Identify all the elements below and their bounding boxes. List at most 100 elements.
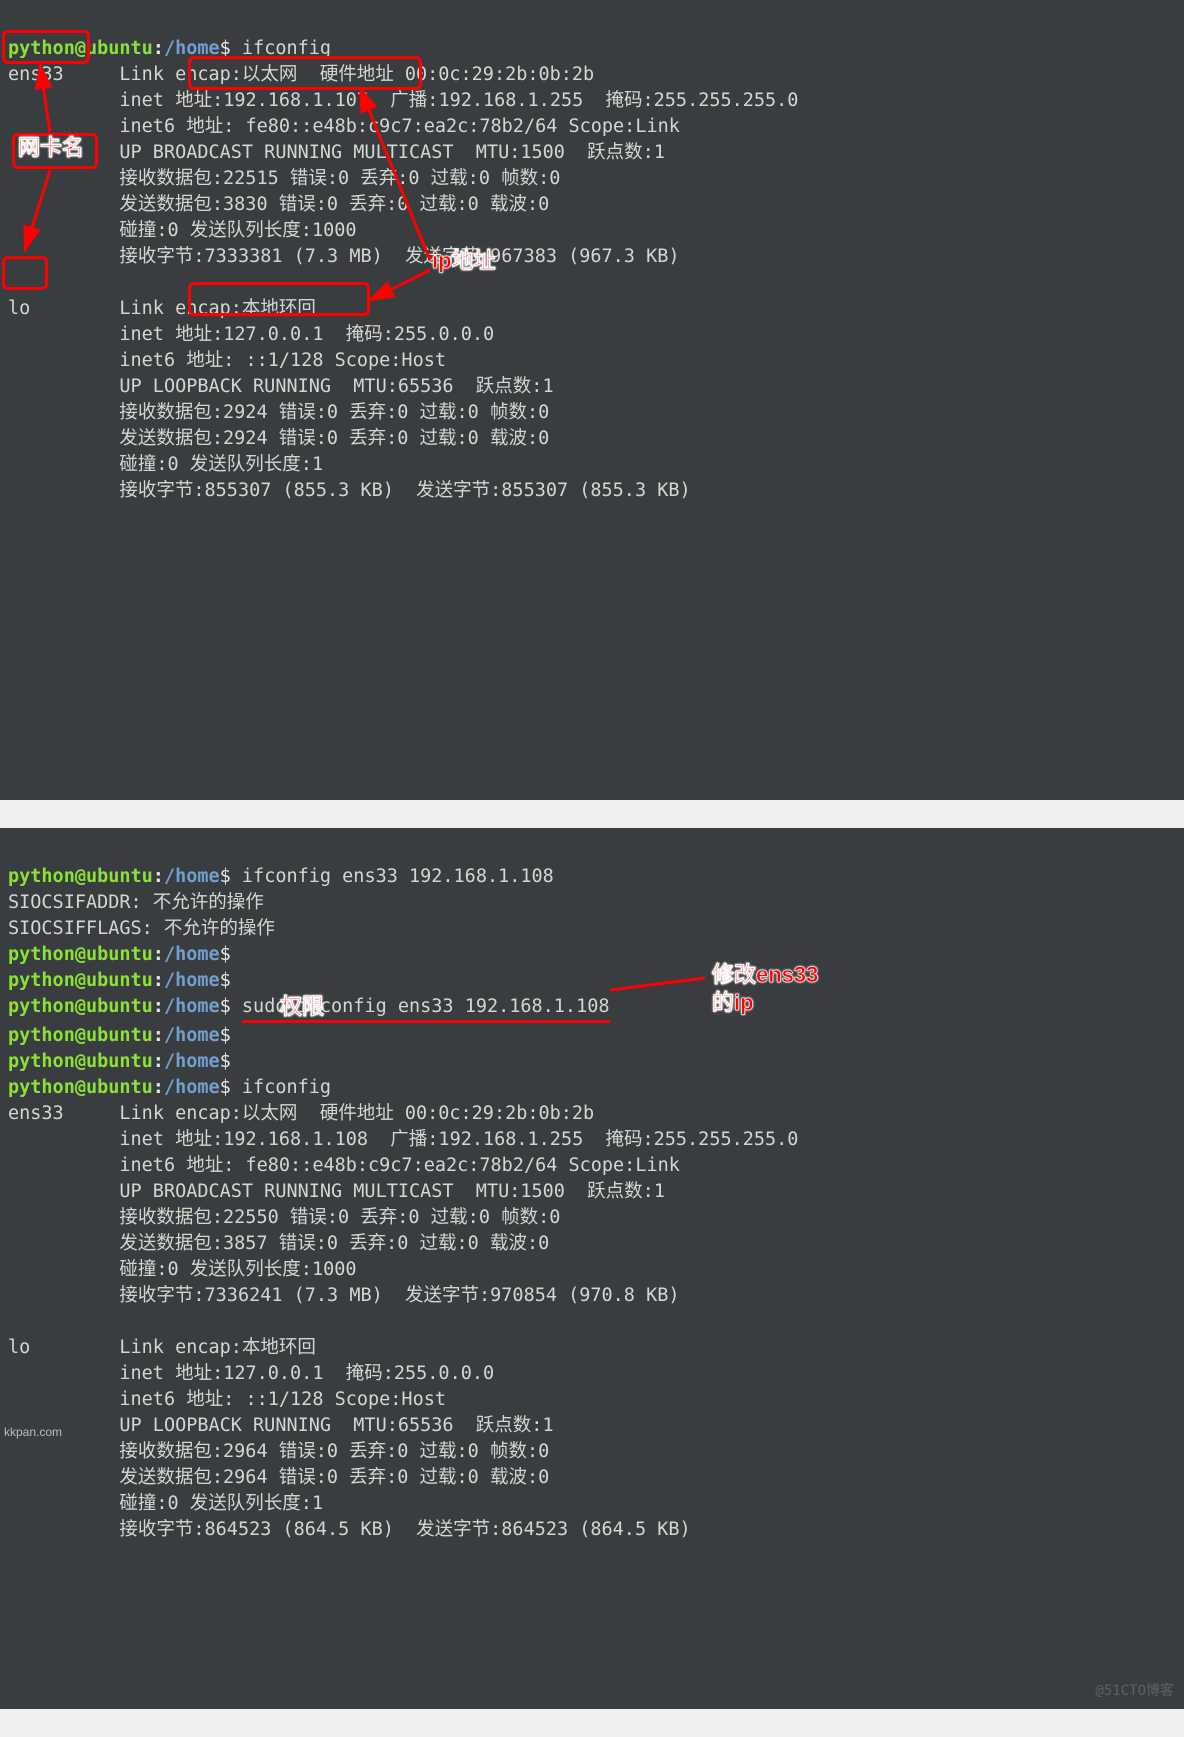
p3a: @ bbox=[75, 970, 86, 991]
b-ens33-inet6: inet6 地址: fe80::e48b:c9c7:ea2c:78b2/64 S… bbox=[119, 1155, 679, 1176]
prompt-at: @ bbox=[75, 38, 86, 59]
b-lo-name: lo bbox=[8, 1337, 30, 1358]
b-ens33-name: ens33 bbox=[8, 1103, 64, 1124]
footer-text: kkpan.com bbox=[4, 1425, 62, 1439]
p2d: $ bbox=[220, 944, 231, 965]
p4u: python bbox=[8, 996, 75, 1017]
cmd-ifconfig: ifconfig bbox=[242, 38, 331, 59]
p3u: python bbox=[8, 970, 75, 991]
inet-post: 广播:192.168.1.255 掩码:255.255.255.0 bbox=[368, 90, 798, 111]
if-ens33-flags: UP BROADCAST RUNNING MULTICAST MTU:1500 … bbox=[119, 142, 665, 163]
p2c: : bbox=[153, 944, 164, 965]
p2u: python bbox=[8, 944, 75, 965]
cmd-ifconfig2: ifconfig bbox=[242, 1077, 331, 1098]
b-lo-rxp: 接收数据包:2964 错误:0 丢弃:0 过载:0 帧数:0 bbox=[119, 1441, 549, 1462]
p5p: /home bbox=[164, 1025, 220, 1046]
if-lo-txp: 发送数据包:2924 错误:0 丢弃:0 过载:0 载波:0 bbox=[119, 428, 549, 449]
b-lo-flags: UP LOOPBACK RUNNING MTU:65536 跃点数:1 bbox=[119, 1415, 553, 1436]
if-lo-flags: UP LOOPBACK RUNNING MTU:65536 跃点数:1 bbox=[119, 376, 553, 397]
p4p: /home bbox=[164, 996, 220, 1017]
if-ens33-rxp: 接收数据包:22515 错误:0 丢弃:0 过载:0 帧数:0 bbox=[119, 168, 560, 189]
p7u: python bbox=[8, 1077, 75, 1098]
p4h: ubuntu bbox=[86, 996, 153, 1017]
if-ens33-link: Link encap:以太网 硬件地址 00:0c:29:2b:0b:2b bbox=[119, 64, 594, 85]
p7h: ubuntu bbox=[86, 1077, 153, 1098]
if-lo-link: Link encap:本地环回 bbox=[119, 298, 316, 319]
p7a: @ bbox=[75, 1077, 86, 1098]
inet-hi-ens33: 地址:192.168.1.107 bbox=[175, 88, 368, 114]
p7d: $ bbox=[220, 1077, 231, 1098]
p6u: python bbox=[8, 1051, 75, 1072]
p5a: @ bbox=[75, 1025, 86, 1046]
terminal-top: python@ubuntu:/home$ ifconfig ens33 Link… bbox=[0, 0, 1184, 800]
b-ens33-txp: 发送数据包:3857 错误:0 丢弃:0 过载:0 载波:0 bbox=[119, 1233, 549, 1254]
label-netcard: 网卡名 bbox=[18, 135, 84, 161]
p-c: : bbox=[153, 866, 164, 887]
label-change1: 修改ens33 bbox=[712, 962, 818, 988]
p-path: /home bbox=[164, 866, 220, 887]
prompt-path: /home bbox=[164, 38, 220, 59]
box-lo-name bbox=[2, 256, 48, 290]
label-change2: 的ip bbox=[712, 990, 754, 1016]
watermark: @51CTO博客 bbox=[1095, 1678, 1174, 1704]
p-host: ubuntu bbox=[86, 866, 153, 887]
p4c: : bbox=[153, 996, 164, 1017]
p-at: @ bbox=[75, 866, 86, 887]
p3h: ubuntu bbox=[86, 970, 153, 991]
p5d: $ bbox=[220, 1025, 231, 1046]
b-ens33-rxp: 接收数据包:22550 错误:0 丢弃:0 过载:0 帧数:0 bbox=[119, 1207, 560, 1228]
siocs-err1: SIOCSIFADDR: 不允许的操作 bbox=[8, 892, 264, 913]
lo-inet-post: 掩码:255.0.0.0 bbox=[323, 324, 494, 345]
p-user: python bbox=[8, 866, 75, 887]
b-ens33-flags: UP BROADCAST RUNNING MULTICAST MTU:1500 … bbox=[119, 1181, 665, 1202]
p5c: : bbox=[153, 1025, 164, 1046]
p6p: /home bbox=[164, 1051, 220, 1072]
lo-inet-pre: inet bbox=[119, 324, 175, 345]
if-ens33-name: ens33 bbox=[8, 64, 64, 85]
b-lo-bytes: 接收字节:864523 (864.5 KB) 发送字节:864523 (864.… bbox=[119, 1519, 690, 1540]
inet-hi-lo: 地址:127.0.0.1 bbox=[175, 322, 323, 348]
p3c: : bbox=[153, 970, 164, 991]
b-lo-coll: 碰撞:0 发送队列长度:1 bbox=[119, 1493, 323, 1514]
prompt-dollar: $ bbox=[220, 38, 231, 59]
if-lo-bytes: 接收字节:855307 (855.3 KB) 发送字节:855307 (855.… bbox=[119, 480, 690, 501]
p4d: $ bbox=[220, 996, 231, 1017]
p3d: $ bbox=[220, 970, 231, 991]
label-ipaddr: ip地址 bbox=[432, 248, 496, 274]
if-ens33-bytes: 接收字节:7333381 (7.3 MB) 发送字节:967383 (967.3… bbox=[119, 246, 679, 267]
p2a: @ bbox=[75, 944, 86, 965]
b-ens33-link: Link encap:以太网 硬件地址 00:0c:29:2b:0b:2b bbox=[119, 1103, 594, 1124]
p2h: ubuntu bbox=[86, 944, 153, 965]
if-lo-inet6: inet6 地址: ::1/128 Scope:Host bbox=[119, 350, 446, 371]
b-ens33-coll: 碰撞:0 发送队列长度:1000 bbox=[119, 1259, 356, 1280]
if-lo-coll: 碰撞:0 发送队列长度:1 bbox=[119, 454, 323, 475]
p4a: @ bbox=[75, 996, 86, 1017]
b-ens33-inet: inet 地址:192.168.1.108 广播:192.168.1.255 掩… bbox=[119, 1129, 798, 1150]
terminal-bottom: python@ubuntu:/home$ ifconfig ens33 192.… bbox=[0, 828, 1184, 1709]
p-d: $ bbox=[220, 866, 231, 887]
if-ens33-coll: 碰撞:0 发送队列长度:1000 bbox=[119, 220, 356, 241]
b-lo-txp: 发送数据包:2964 错误:0 丢弃:0 过载:0 载波:0 bbox=[119, 1467, 549, 1488]
p6h: ubuntu bbox=[86, 1051, 153, 1072]
p3p: /home bbox=[164, 970, 220, 991]
siocs-err2: SIOCSIFFLAGS: 不允许的操作 bbox=[8, 918, 275, 939]
label-perm: 权限 bbox=[280, 994, 324, 1020]
prompt-host: ubuntu bbox=[86, 38, 153, 59]
p6c: : bbox=[153, 1051, 164, 1072]
p7c: : bbox=[153, 1077, 164, 1098]
cmd-ifconfig-set: ifconfig ens33 192.168.1.108 bbox=[242, 866, 554, 887]
if-lo-rxp: 接收数据包:2924 错误:0 丢弃:0 过载:0 帧数:0 bbox=[119, 402, 549, 423]
p2p: /home bbox=[164, 944, 220, 965]
cmd-sudo-body: ifconfig ens33 192.168.1.108 bbox=[298, 994, 610, 1023]
b-ens33-bytes: 接收字节:7336241 (7.3 MB) 发送字节:970854 (970.8… bbox=[119, 1285, 679, 1306]
b-lo-inet6: inet6 地址: ::1/128 Scope:Host bbox=[119, 1389, 446, 1410]
b-lo-inet: inet 地址:127.0.0.1 掩码:255.0.0.0 bbox=[119, 1363, 494, 1384]
prompt-user: python bbox=[8, 38, 75, 59]
p6d: $ bbox=[220, 1051, 231, 1072]
if-ens33-inet6: inet6 地址: fe80::e48b:c9c7:ea2c:78b2/64 S… bbox=[119, 116, 679, 137]
if-ens33-txp: 发送数据包:3830 错误:0 丢弃:0 过载:0 载波:0 bbox=[119, 194, 549, 215]
p5h: ubuntu bbox=[86, 1025, 153, 1046]
p7p: /home bbox=[164, 1077, 220, 1098]
p5u: python bbox=[8, 1025, 75, 1046]
p6a: @ bbox=[75, 1051, 86, 1072]
